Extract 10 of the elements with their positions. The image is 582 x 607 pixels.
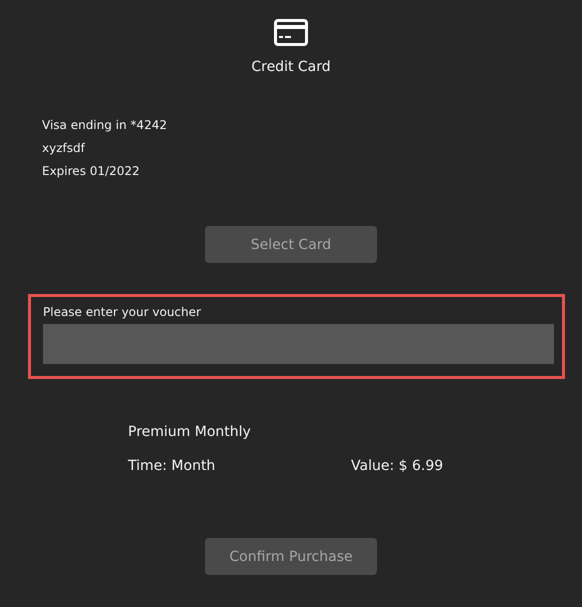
voucher-field[interactable] [43, 324, 554, 364]
plan-value: Value: $ 6.99 [351, 458, 444, 474]
voucher-label: Please enter your voucher [43, 305, 202, 319]
card-detail: Visa ending in *4242 [42, 117, 168, 134]
plan-name: Premium Monthly [128, 424, 252, 440]
card-detail: Expires 01/2022 [42, 163, 141, 180]
page-title: Credit Card [251, 59, 331, 75]
plan-time: Time: Month [128, 458, 216, 474]
card-detail: xyzfsdf [42, 140, 86, 157]
credit-card-icon [274, 19, 308, 46]
